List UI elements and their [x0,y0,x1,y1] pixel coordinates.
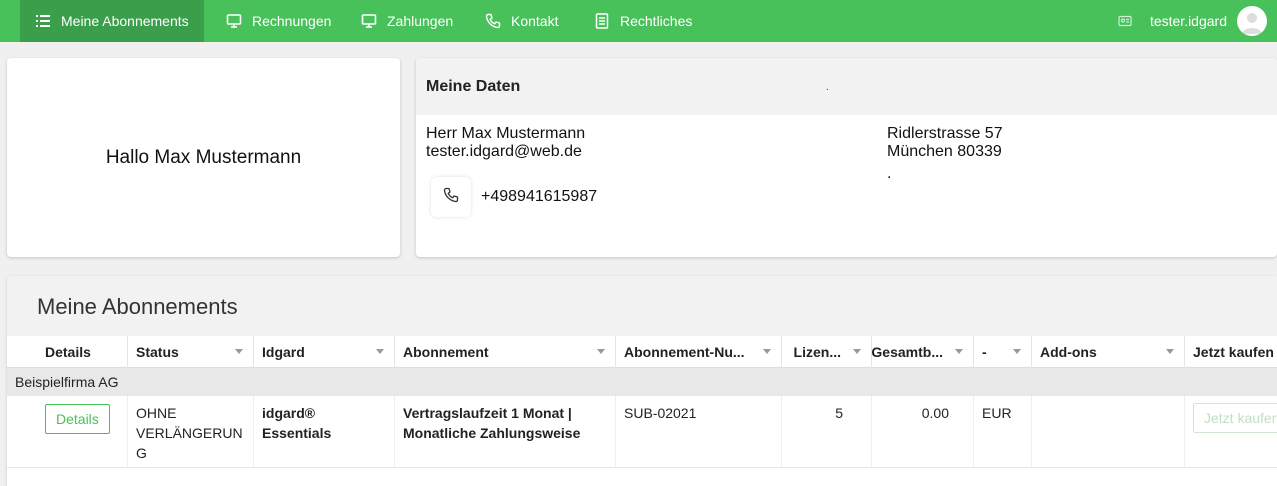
my-data-header: Meine Daten . [416,58,1277,115]
nav-label: Rechtliches [620,13,693,29]
sort-arrow-icon [853,349,861,354]
nav-item-rechnungen[interactable]: Rechnungen [211,0,346,42]
sort-arrow-icon [1166,349,1174,354]
subscriptions-title: Meine Abonnements [37,294,238,319]
nav-label: Rechnungen [252,13,332,29]
column-abonnement[interactable]: Abonnement [395,336,616,368]
monitor-icon [226,13,242,29]
table-header: Details Status Idgard Abonnement Abonnem… [7,336,1277,368]
status-line: OHNE [136,405,177,421]
column-details[interactable]: Details [37,336,128,368]
cell-add-ons [1032,396,1185,468]
sort-arrow-icon [955,349,963,354]
sort-arrow-icon [376,349,384,354]
username[interactable]: tester.idgard [1150,13,1227,29]
group-row[interactable]: Beispielfirma AG [7,368,1277,396]
group-label: Beispielfirma AG [15,374,119,390]
nav-item-meine-abonnements[interactable]: Meine Abonnements [20,0,204,42]
nav-item-kontakt[interactable]: Kontakt [470,0,573,42]
phone-icon [443,187,459,208]
buy-now-button[interactable]: Jetzt kaufen [1193,403,1277,433]
cell-lizenzen: 5 [782,396,872,468]
sort-arrow-icon [763,349,771,354]
cell-currency: EUR [974,396,1032,468]
abo-line: Vertragslaufzeit 1 Monat | [403,405,572,421]
top-navigation: Meine Abonnements Rechnungen Zahlungen K… [0,0,1277,42]
column-status[interactable]: Status [128,336,254,368]
cell-abonnement-nummer: SUB-02021 [616,396,782,468]
cell-gesamtbetrag: 0.00 [872,396,974,468]
sort-arrow-icon [235,349,243,354]
document-icon [594,13,610,29]
column-add-ons[interactable]: Add-ons [1032,336,1185,368]
id-card-icon [1118,14,1132,28]
column-jetzt-kaufen[interactable]: Jetzt kaufen [1185,336,1277,368]
customer-phone: +498941615987 [481,188,598,205]
customer-street: Ridlerstrasse 57 [887,125,1003,142]
table-row: Details OHNE VERLÄNGERUN G idgard® Essen… [7,396,1277,468]
status-line: G [136,445,147,461]
cell-details: Details [37,396,128,468]
column-idgard[interactable]: Idgard [254,336,395,368]
customer-city: München 80339 [887,143,1002,160]
customer-name: Herr Max Mustermann [426,125,586,142]
monitor-icon [361,13,377,29]
subscriptions-panel: Meine Abonnements Details Status Idgard … [7,276,1277,486]
avatar[interactable] [1237,6,1267,36]
list-icon [35,13,51,29]
cell-status: OHNE VERLÄNGERUN G [128,396,254,468]
cell-abonnement: Vertragslaufzeit 1 Monat | Monatliche Za… [395,396,616,468]
column-currency[interactable]: - [974,336,1032,368]
column-abonnement-nummer[interactable]: Abonnement-Nu... [616,336,782,368]
column-gesamtbetrag[interactable]: Gesamtb... [871,336,974,368]
my-data-title: Meine Daten [426,78,521,95]
sort-arrow-icon [1013,349,1021,354]
separator-dot: . [826,82,829,93]
customer-extra: . [887,165,892,182]
nav-label: Kontakt [511,13,559,29]
my-data-card: Meine Daten . Herr Max Mustermann tester… [416,58,1277,257]
nav-label: Meine Abonnements [61,13,189,29]
nav-label: Zahlungen [387,13,454,29]
details-button[interactable]: Details [45,404,110,434]
user-menu[interactable]: tester.idgard [1118,0,1277,42]
nav-item-rechtliches[interactable]: Rechtliches [579,0,707,42]
subscriptions-header: Meine Abonnements [7,276,1277,336]
abo-line: Monatliche Zahlungsweise [403,425,581,441]
phone-icon [485,13,501,29]
nav-item-zahlungen[interactable]: Zahlungen [346,0,468,42]
greeting-text: Hallo Max Mustermann [105,146,302,168]
customer-email: tester.idgard@web.de [426,143,582,160]
column-lizenzen[interactable]: Lizen... [782,336,872,368]
status-line: VERLÄNGERUN [136,425,243,441]
greeting-card: Hallo Max Mustermann [7,58,400,257]
phone-icon-box [431,177,471,217]
cell-jetzt-kaufen: Jetzt kaufen [1185,396,1277,468]
sort-arrow-icon [597,349,605,354]
cell-idgard: idgard® Essentials [254,396,395,468]
